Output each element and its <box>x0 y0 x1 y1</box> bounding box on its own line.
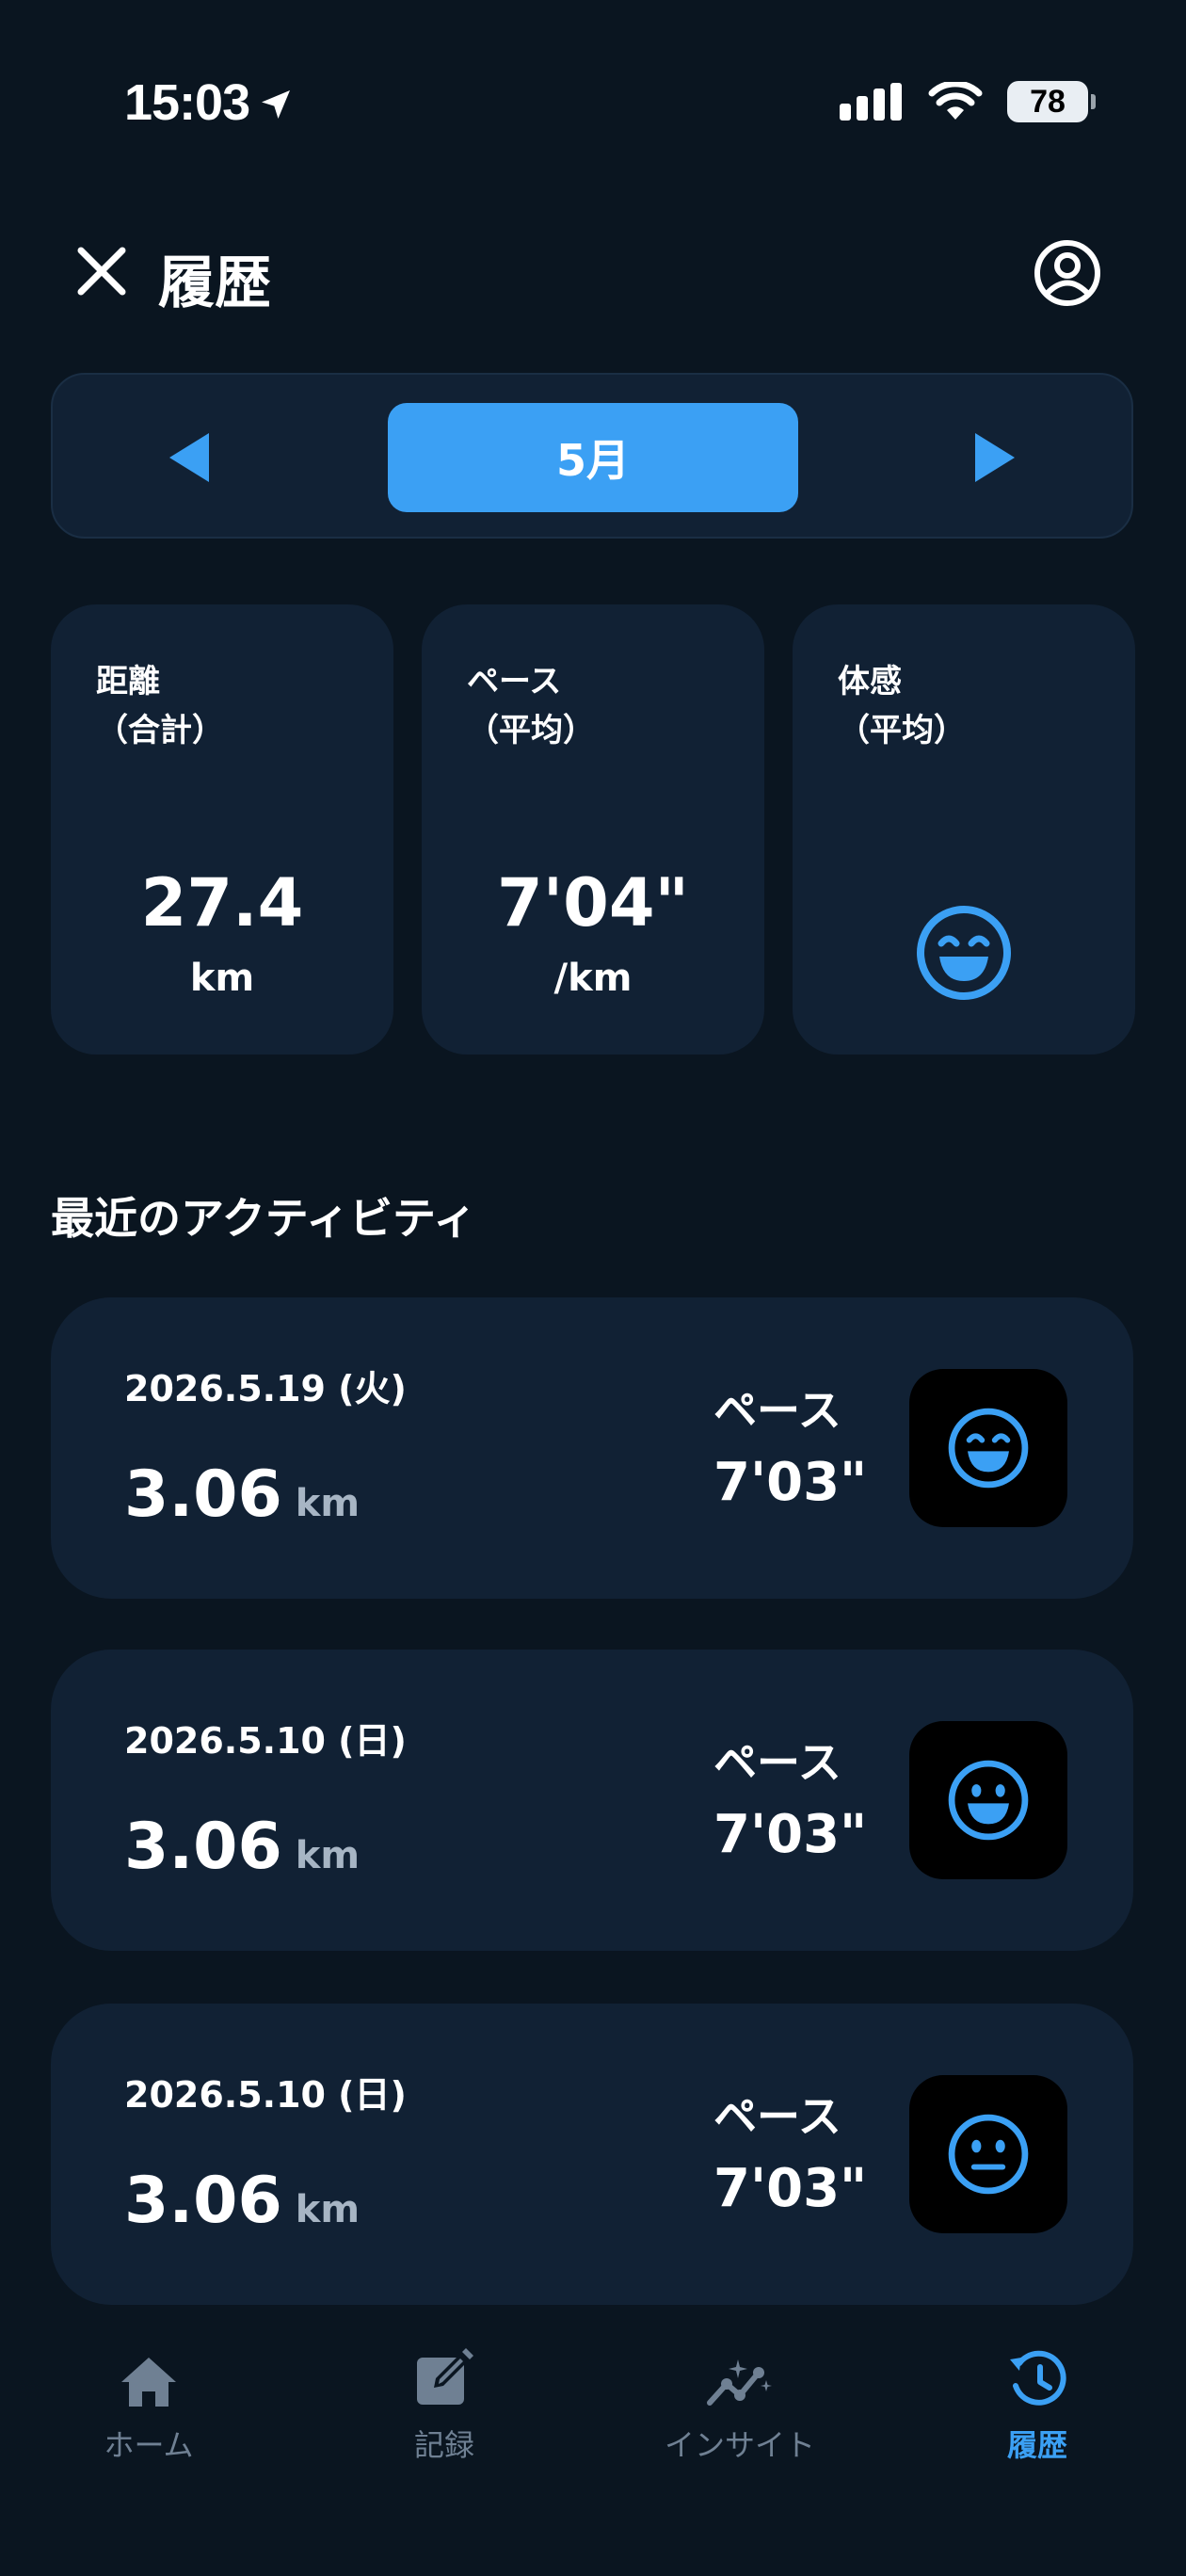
current-month[interactable]: 5月 <box>388 403 798 512</box>
distance-unit: km <box>295 2188 361 2231</box>
neutral-face-icon <box>948 2114 1029 2195</box>
pace-label: ペース <box>713 1737 841 1788</box>
activity-distance: 3.06 km <box>124 1457 361 1532</box>
profile-button[interactable] <box>1034 239 1101 307</box>
activity-card[interactable]: 2026.5.10 (日) 3.06 km ペース 7'03" <box>51 2004 1133 2305</box>
insight-icon <box>707 2359 772 2406</box>
status-icons: 78 <box>840 81 1096 122</box>
stat-label: 距離 （合計） <box>96 663 224 749</box>
smiling-face-icon <box>948 1760 1029 1841</box>
home-icon <box>121 2358 176 2407</box>
activity-distance: 3.06 km <box>124 1810 361 1884</box>
distance-unit: km <box>295 1834 361 1877</box>
month-selector: 5月 <box>51 373 1133 539</box>
triangle-right-icon <box>975 433 1015 482</box>
status-time: 15:03 <box>124 73 295 132</box>
stat-card-feeling: 体感 （平均） <box>793 604 1135 1055</box>
activity-date: 2026.5.10 (日) <box>124 2074 407 2116</box>
prev-month-button[interactable] <box>147 422 232 493</box>
user-circle-icon <box>1034 240 1100 306</box>
stat-card-pace: ペース （平均） 7'04" /km <box>422 604 764 1055</box>
triangle-left-icon <box>169 433 209 482</box>
tab-home[interactable]: ホーム <box>55 2344 243 2465</box>
pace-label: ペース <box>713 2091 841 2142</box>
stat-card-distance: 距離 （合計） 27.4 km <box>51 604 393 1055</box>
distance-unit: km <box>295 1482 361 1525</box>
mood-badge <box>909 1721 1067 1879</box>
stat-label: 体感 （平均） <box>838 663 966 749</box>
next-month-button[interactable] <box>953 422 1037 493</box>
stat-value: 7'04" <box>496 864 690 942</box>
pace-label: ペース <box>713 1385 841 1436</box>
activity-card[interactable]: 2026.5.19 (火) 3.06 km ペース 7'03" <box>51 1297 1133 1599</box>
pace-value: 7'03" <box>713 2158 868 2219</box>
close-icon <box>77 247 126 296</box>
close-button[interactable] <box>72 241 132 301</box>
edit-icon <box>417 2348 473 2405</box>
laughing-face-icon <box>948 1408 1029 1489</box>
page-title: 履歴 <box>158 250 271 316</box>
tab-label: インサイト <box>664 2427 815 2463</box>
stat-unit: km <box>189 957 255 1000</box>
activity-date: 2026.5.19 (火) <box>124 1368 407 1409</box>
tab-label: 履歴 <box>1006 2427 1067 2463</box>
tab-label: 記録 <box>413 2427 474 2463</box>
wifi-icon <box>928 82 983 120</box>
stat-unit: /km <box>553 957 633 1000</box>
tab-record[interactable]: 記録 <box>350 2344 538 2465</box>
history-icon <box>1010 2350 1066 2406</box>
recent-activity-title: 最近のアクティビティ <box>51 1193 477 1244</box>
tab-label: ホーム <box>104 2427 194 2463</box>
tab-insight[interactable]: インサイト <box>646 2344 834 2465</box>
tab-history[interactable]: 履歴 <box>943 2344 1131 2465</box>
signal-icon <box>840 83 902 121</box>
laughing-face-icon <box>917 906 1011 1000</box>
pace-value: 7'03" <box>713 1452 868 1513</box>
pace-value: 7'03" <box>713 1804 868 1865</box>
stat-value: 27.4 <box>140 864 304 942</box>
location-arrow-icon <box>262 90 291 119</box>
mood-badge <box>909 1369 1067 1527</box>
mood-badge <box>909 2075 1067 2233</box>
activity-card[interactable]: 2026.5.10 (日) 3.06 km ペース 7'03" <box>51 1650 1133 1951</box>
stat-label: ペース （平均） <box>467 663 595 749</box>
battery-indicator: 78 <box>1007 81 1096 122</box>
activity-distance: 3.06 km <box>124 2164 361 2238</box>
activity-date: 2026.5.10 (日) <box>124 1720 407 1762</box>
